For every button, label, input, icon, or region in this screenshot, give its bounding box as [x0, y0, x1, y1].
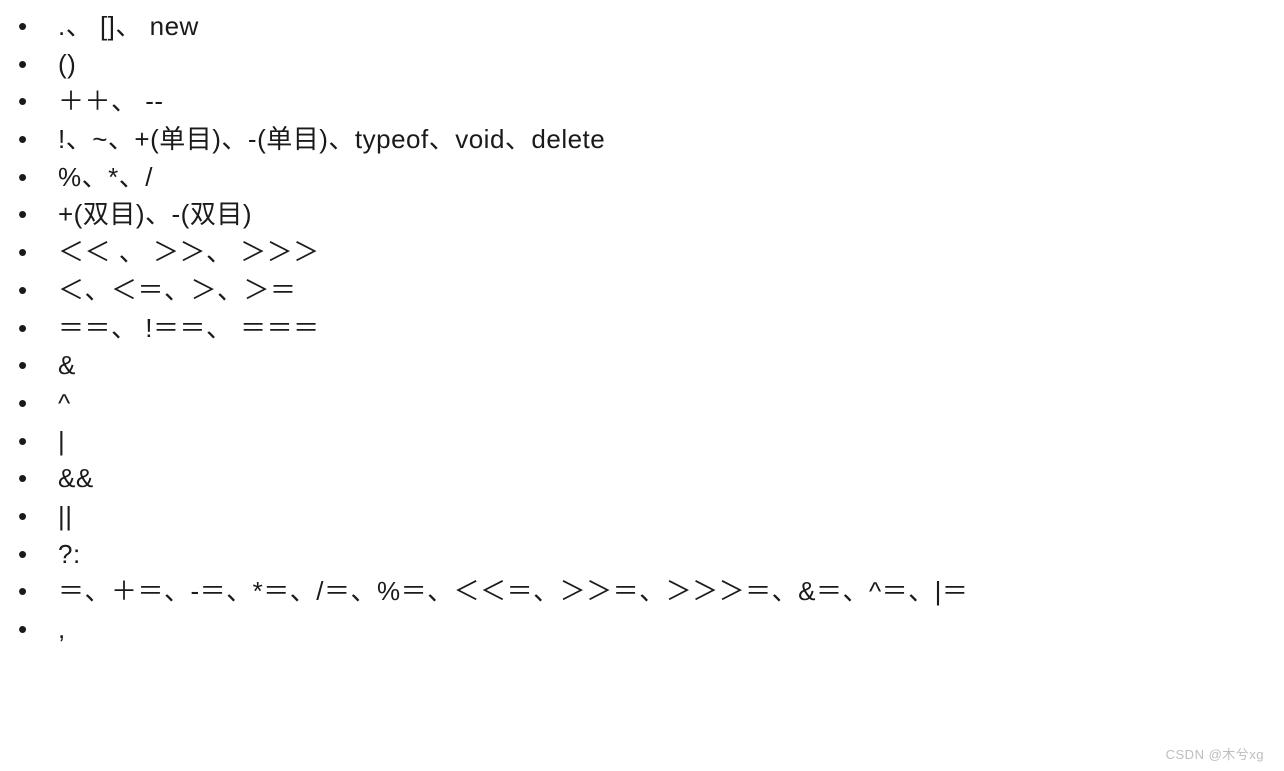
list-item: +(双目)、-(双目) — [18, 196, 1284, 234]
list-item: ＝、＋＝、-＝、*＝、/＝、%＝、＜＜＝、＞＞＝、＞＞＞＝、&＝、^＝、|＝ — [18, 573, 1284, 611]
list-item: ＝＝、 !＝＝、 ＝＝＝ — [18, 310, 1284, 348]
list-item: ＜＜ 、 ＞＞、 ＞＞＞ — [18, 234, 1284, 272]
list-item: () — [18, 46, 1284, 84]
list-item: ＋＋、 -- — [18, 83, 1284, 121]
operator-precedence-list: .、 []、 new () ＋＋、 -- !、~、+(单目)、-(单目)、typ… — [0, 8, 1284, 649]
list-item: ^ — [18, 385, 1284, 423]
list-item: && — [18, 460, 1284, 498]
list-item: , — [18, 611, 1284, 649]
list-item: ?: — [18, 536, 1284, 574]
list-item: & — [18, 347, 1284, 385]
list-item: !、~、+(单目)、-(单目)、typeof、void、delete — [18, 121, 1284, 159]
list-item: ＜、＜＝、＞、＞＝ — [18, 272, 1284, 310]
watermark-text: CSDN @木兮xg — [1166, 744, 1264, 763]
list-item: | — [18, 423, 1284, 461]
list-item: || — [18, 498, 1284, 536]
list-item: %、*、/ — [18, 159, 1284, 197]
list-item: .、 []、 new — [18, 8, 1284, 46]
